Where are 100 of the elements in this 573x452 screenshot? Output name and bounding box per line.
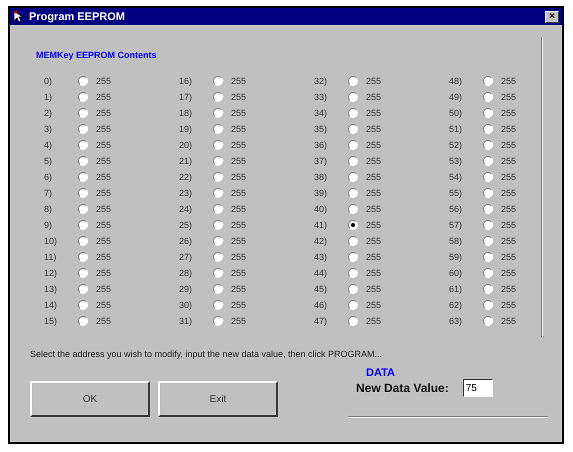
radio-button[interactable] — [213, 172, 223, 182]
radio-button[interactable] — [483, 300, 493, 310]
radio-button[interactable] — [78, 188, 88, 198]
data-value: 255 — [231, 124, 246, 134]
radio-button[interactable] — [213, 108, 223, 118]
radio-button[interactable] — [483, 268, 493, 278]
radio-button[interactable] — [213, 284, 223, 294]
radio-button[interactable] — [348, 284, 358, 294]
radio-button[interactable] — [213, 316, 223, 326]
radio-button[interactable] — [213, 92, 223, 102]
radio-button[interactable] — [213, 300, 223, 310]
data-value: 255 — [96, 316, 112, 326]
address-label: 61) — [449, 284, 464, 294]
ok-button[interactable]: OK — [30, 381, 150, 417]
radio-button[interactable] — [78, 300, 88, 310]
data-value: 255 — [231, 268, 246, 278]
data-value: 255 — [231, 108, 246, 118]
radio-button[interactable] — [483, 284, 493, 294]
address-label: 63) — [449, 316, 464, 326]
radio-button[interactable] — [213, 204, 223, 214]
radio-button[interactable] — [483, 236, 493, 246]
radio-button[interactable] — [213, 140, 223, 150]
radio-button[interactable] — [213, 252, 223, 262]
address-label: 0) — [44, 76, 54, 86]
radio-button[interactable] — [348, 316, 358, 326]
data-value: 255 — [366, 316, 382, 326]
address-label: 14) — [44, 300, 58, 310]
radio-button[interactable] — [348, 236, 358, 246]
radio-button[interactable] — [483, 252, 493, 262]
radio-button[interactable] — [348, 124, 358, 134]
radio-button[interactable] — [483, 172, 493, 182]
radio-button[interactable] — [483, 156, 493, 166]
address-label: 37) — [314, 156, 328, 166]
radio-button[interactable] — [213, 220, 223, 230]
data-value-input[interactable]: 75 — [462, 379, 493, 397]
data-value: 255 — [96, 108, 112, 118]
radio-button[interactable] — [348, 220, 358, 230]
radio-button[interactable] — [348, 204, 358, 214]
address-label: 18) — [179, 108, 194, 118]
address-label: 20) — [179, 140, 194, 150]
radio-button[interactable] — [78, 220, 88, 230]
address-label: 58) — [449, 236, 464, 246]
address-label: 38) — [314, 172, 328, 182]
radio-button[interactable] — [483, 140, 493, 150]
address-label: 52) — [449, 140, 464, 150]
radio-button[interactable] — [78, 140, 88, 150]
radio-button[interactable] — [78, 268, 88, 278]
address-label: 46) — [314, 300, 328, 310]
data-value: 255 — [501, 188, 516, 198]
radio-button[interactable] — [213, 76, 223, 86]
radio-button[interactable] — [348, 76, 358, 86]
radio-button[interactable] — [213, 236, 223, 246]
radio-button[interactable] — [78, 76, 88, 86]
data-value: 255 — [96, 156, 112, 166]
data-value: 255 — [96, 124, 112, 134]
data-value: 255 — [366, 204, 382, 214]
radio-button[interactable] — [483, 124, 493, 134]
address-label: 12) — [44, 268, 58, 278]
radio-button[interactable] — [483, 92, 493, 102]
radio-button[interactable] — [78, 236, 88, 246]
radio-button[interactable] — [483, 204, 493, 214]
radio-button[interactable] — [213, 124, 223, 134]
address-label: 30) — [179, 300, 194, 310]
radio-button[interactable] — [348, 156, 358, 166]
radio-button[interactable] — [78, 92, 88, 102]
close-button[interactable]: × — [545, 10, 559, 22]
radio-button[interactable] — [78, 172, 88, 182]
radio-button[interactable] — [483, 108, 493, 118]
radio-button[interactable] — [78, 108, 88, 118]
radio-button[interactable] — [78, 284, 88, 294]
exit-button[interactable]: Exit — [158, 381, 278, 417]
data-value: 255 — [96, 204, 112, 214]
radio-button[interactable] — [348, 92, 358, 102]
radio-button[interactable] — [483, 316, 493, 326]
radio-button[interactable] — [483, 220, 493, 230]
data-value: 255 — [231, 156, 246, 166]
radio-button[interactable] — [348, 188, 358, 198]
address-label: 44) — [314, 268, 328, 278]
radio-button[interactable] — [213, 156, 223, 166]
address-label: 57) — [449, 220, 464, 230]
radio-button[interactable] — [348, 108, 358, 118]
radio-button[interactable] — [213, 268, 223, 278]
address-label: 32) — [314, 76, 328, 86]
radio-button[interactable] — [78, 204, 88, 214]
data-value: 255 — [231, 76, 246, 86]
radio-button[interactable] — [348, 252, 358, 262]
radio-button[interactable] — [348, 140, 358, 150]
radio-button[interactable] — [78, 252, 88, 262]
radio-button[interactable] — [348, 172, 358, 182]
radio-button[interactable] — [78, 124, 88, 134]
radio-button[interactable] — [213, 188, 223, 198]
radio-button[interactable] — [483, 188, 493, 198]
address-label: 6) — [44, 172, 54, 182]
data-value: 255 — [366, 300, 382, 310]
radio-button[interactable] — [348, 300, 358, 310]
radio-button[interactable] — [483, 76, 493, 86]
radio-button[interactable] — [348, 268, 358, 278]
radio-button[interactable] — [78, 316, 88, 326]
radio-button[interactable] — [78, 156, 88, 166]
data-value: 255 — [366, 92, 382, 102]
